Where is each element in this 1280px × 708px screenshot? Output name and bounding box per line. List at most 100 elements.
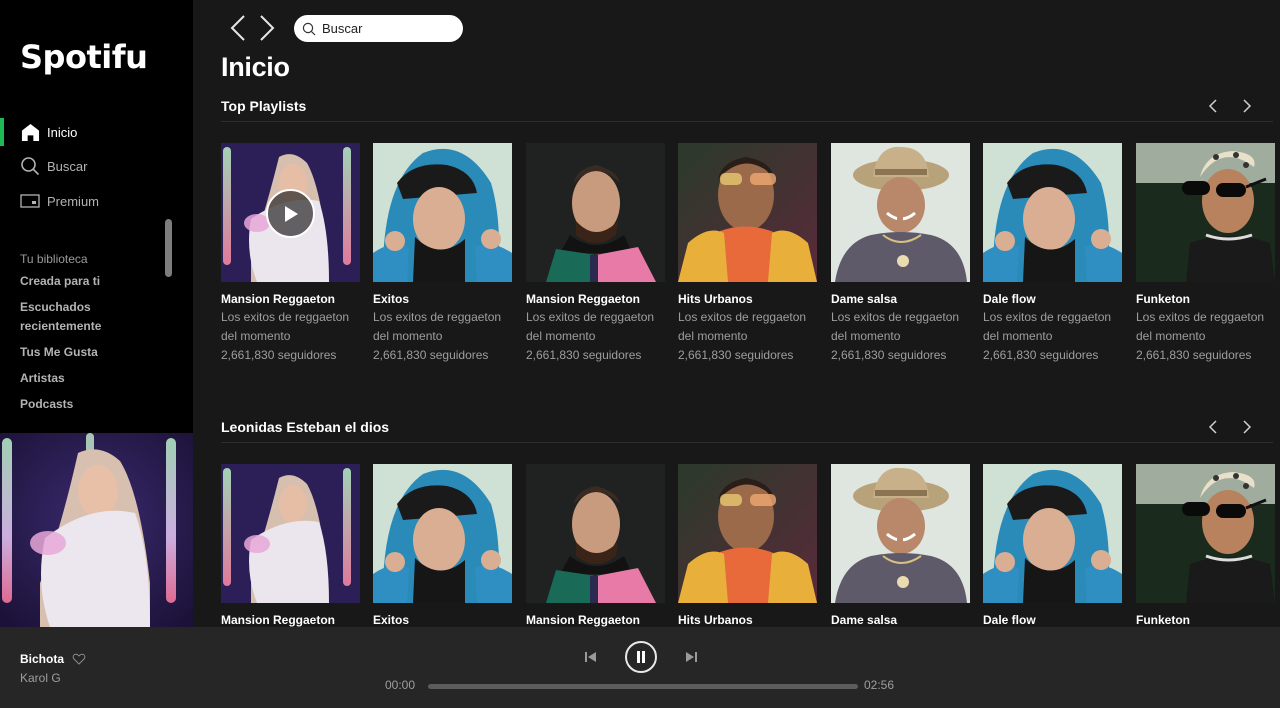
pause-button[interactable] (625, 641, 657, 673)
track-name[interactable]: Bichota (20, 652, 64, 666)
sidebar-item-label: Inicio (47, 124, 78, 140)
playlist-card[interactable]: Funketon Los exitos de reggaeton del mome… (1136, 143, 1275, 365)
library-item-escuchados-recientemente[interactable]: Escuchados recientemente (20, 298, 120, 336)
playlist-card[interactable]: Mansion Reggaeton (221, 464, 360, 627)
playlist-card[interactable]: Dame salsa (831, 464, 970, 627)
playlist-name[interactable]: Mansion Reggaeton (221, 613, 360, 627)
playlist-card[interactable]: Mansion Reggaeton Los exitos de reggaeton… (221, 143, 360, 365)
playlist-name[interactable]: Dame salsa (831, 613, 970, 627)
playlist-cover[interactable] (983, 464, 1122, 603)
playlist-name[interactable]: Mansion Reggaeton (526, 292, 665, 306)
playlist-cover[interactable] (373, 464, 512, 603)
playlist-card[interactable]: Exitos (373, 464, 512, 627)
back-button[interactable] (226, 14, 250, 42)
sidebar-item-premium[interactable]: Premium (0, 186, 193, 216)
section-next-button[interactable] (1240, 418, 1254, 436)
chevron-right-icon (1243, 99, 1252, 113)
playlist-card[interactable]: Hits Urbanos Los exitos de reggaeton del … (678, 143, 817, 365)
home-icon (20, 122, 40, 142)
chevron-left-icon (1208, 420, 1217, 434)
playlist-description: Los exitos de reggaeton del momento (221, 310, 350, 343)
playlist-name[interactable]: Hits Urbanos (678, 292, 817, 306)
sidebar: Spotifu Inicio Buscar Premium Tu bibliot… (0, 0, 193, 627)
playlist-followers: 2,661,830 seguidores (983, 348, 1099, 362)
search-icon (20, 156, 40, 176)
playlist-cover[interactable] (221, 143, 360, 282)
playlist-name[interactable]: Hits Urbanos (678, 613, 817, 627)
current-time: 00:00 (385, 678, 416, 692)
playlist-card[interactable]: Mansion Reggaeton (526, 464, 665, 627)
playlist-description: Los exitos de reggaeton del momento (678, 310, 807, 343)
spotifu-app: Spotifu Inicio Buscar Premium Tu bibliot… (0, 0, 1280, 708)
playlist-card[interactable]: Exitos Los exitos de reggaeton del moment… (373, 143, 512, 365)
playlist-cover[interactable] (678, 464, 817, 603)
section-divider (221, 121, 1273, 122)
section-title-leonidas: Leonidas Esteban el dios (221, 419, 390, 435)
playlist-cover[interactable] (831, 464, 970, 603)
playlist-cover[interactable] (1136, 464, 1275, 603)
library-item-podcasts[interactable]: Podcasts (20, 395, 73, 414)
playlist-name[interactable]: Funketon (1136, 613, 1275, 627)
artist-name[interactable]: Karol G (20, 671, 61, 685)
playlist-description: Los exitos de reggaeton del momento (983, 310, 1112, 343)
page-title: Inicio (221, 52, 290, 82)
playlist-followers: 2,661,830 seguidores (831, 348, 947, 362)
section-divider (221, 442, 1273, 443)
playlist-name[interactable]: Exitos (373, 613, 512, 627)
library-item-artistas[interactable]: Artistas (20, 369, 65, 388)
playlist-cover[interactable] (526, 464, 665, 603)
playlist-card[interactable]: Dame salsa Los exitos de reggaeton del mo… (831, 143, 970, 365)
playlist-card[interactable]: Dale flow Los exitos de reggaeton del mom… (983, 143, 1122, 365)
playlist-followers: 2,661,830 seguidores (1136, 348, 1252, 362)
playlist-cover[interactable] (831, 143, 970, 282)
playlist-cover[interactable] (373, 143, 512, 282)
playlist-description: Los exitos de reggaeton del momento (373, 310, 502, 343)
previous-button[interactable] (584, 649, 598, 665)
playlist-name[interactable]: Funketon (1136, 292, 1275, 306)
search-icon (302, 22, 316, 35)
playlist-name[interactable]: Exitos (373, 292, 512, 306)
section-prev-button[interactable] (1206, 418, 1220, 436)
playlist-followers: 2,661,830 seguidores (678, 348, 794, 362)
playlist-name[interactable]: Dame salsa (831, 292, 970, 306)
chevron-left-icon (230, 15, 245, 41)
now-playing-cover-art[interactable] (0, 433, 193, 627)
playlist-followers: 2,661,830 seguidores (526, 348, 642, 362)
section-title-top-playlists: Top Playlists (221, 98, 307, 114)
playlist-name[interactable]: Dale flow (983, 613, 1122, 627)
like-button[interactable] (72, 652, 86, 666)
playlist-description: Los exitos de reggaeton del momento (831, 310, 960, 343)
chevron-left-icon (1208, 99, 1217, 113)
playlist-name[interactable]: Mansion Reggaeton (526, 613, 665, 627)
play-button[interactable] (266, 189, 315, 238)
search-input[interactable] (322, 21, 452, 36)
playlist-cover[interactable] (678, 143, 817, 282)
playlist-card[interactable]: Mansion Reggaeton Los exitos de reggaeton… (526, 143, 665, 365)
playlist-cover[interactable] (526, 143, 665, 282)
section-prev-button[interactable] (1206, 97, 1220, 115)
playlist-description: Los exitos de reggaeton del momento (526, 310, 655, 343)
library-item-tus-me-gusta[interactable]: Tus Me Gusta (20, 343, 98, 362)
playlist-cover[interactable] (983, 143, 1122, 282)
library-item-creada-para-ti[interactable]: Creada para ti (20, 272, 100, 291)
playlist-description: Los exitos de reggaeton del momento (1136, 310, 1265, 343)
sidebar-item-buscar[interactable]: Buscar (0, 151, 193, 181)
forward-button[interactable] (255, 14, 279, 42)
playlist-card[interactable]: Dale flow (983, 464, 1122, 627)
playlist-card[interactable]: Hits Urbanos (678, 464, 817, 627)
next-button[interactable] (684, 649, 698, 665)
progress-bar[interactable] (428, 684, 858, 689)
playlist-followers: 2,661,830 seguidores (221, 348, 337, 362)
playlist-card[interactable]: Funketon (1136, 464, 1275, 627)
search-bar[interactable] (294, 15, 463, 42)
sidebar-scrollbar[interactable] (165, 219, 172, 277)
playlist-name[interactable]: Dale flow (983, 292, 1122, 306)
heart-icon (72, 653, 86, 665)
playlist-cover[interactable] (1136, 143, 1275, 282)
chevron-right-icon (260, 15, 275, 41)
playlist-cover[interactable] (221, 464, 360, 603)
playlist-name[interactable]: Mansion Reggaeton (221, 292, 360, 306)
sidebar-item-inicio[interactable]: Inicio (0, 117, 193, 147)
duration: 02:56 (864, 678, 895, 692)
section-next-button[interactable] (1240, 97, 1254, 115)
